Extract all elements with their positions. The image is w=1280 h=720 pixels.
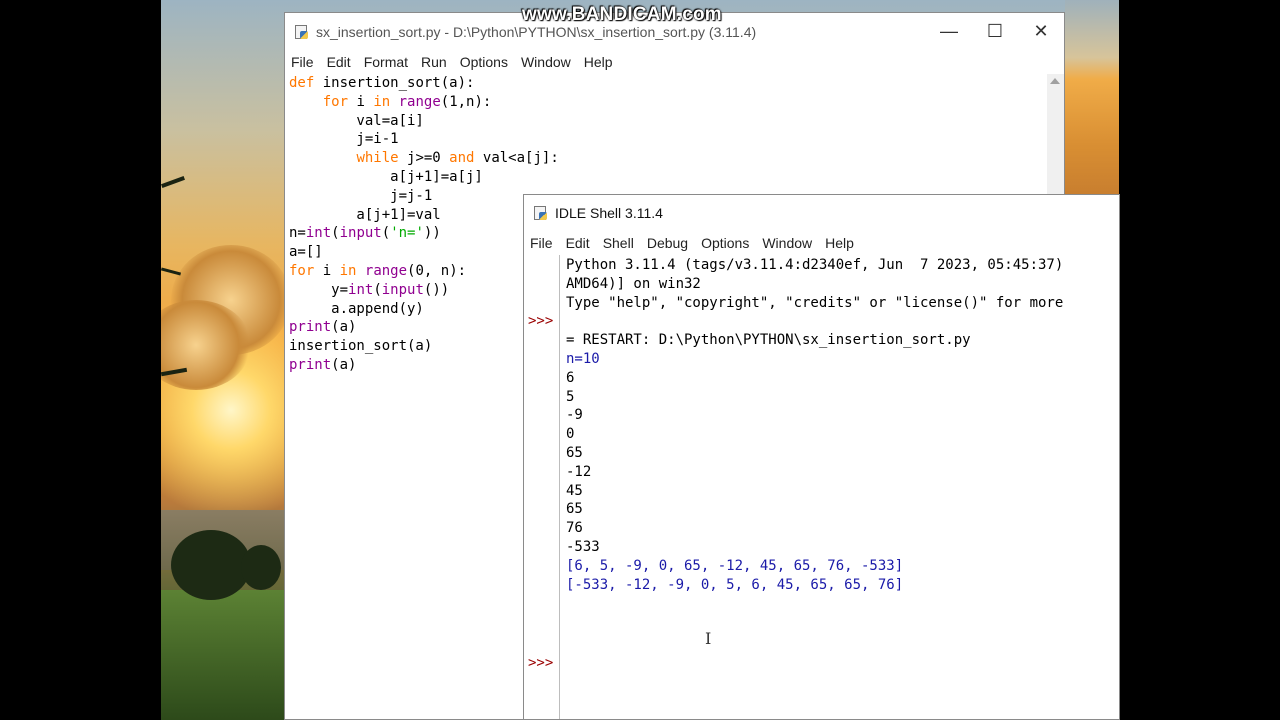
menu-window[interactable]: Window [762,235,812,251]
code-line: def insertion_sort(a): [289,75,475,91]
menu-format[interactable]: Format [364,54,408,70]
menu-file[interactable]: File [530,235,553,251]
code-line: y=int(input()) [289,281,450,298]
menu-help[interactable]: Help [825,235,854,251]
banner-line: Python 3.11.4 (tags/v3.11.4:d2340ef, Jun… [566,257,1064,273]
minimize-button[interactable]: — [926,13,972,50]
code-line: for i in range(1,n): [322,93,492,110]
editor-menubar: File Edit Format Run Options Window Help [285,50,1064,74]
code-line: val=a[i] [289,112,424,129]
shell-menubar: File Edit Shell Debug Options Window Hel… [524,231,1119,255]
input-line: 0 [566,426,575,443]
menu-edit[interactable]: Edit [327,54,351,70]
code-line: for i in range(0, n): [289,262,467,279]
menu-run[interactable]: Run [421,54,447,70]
code-editor[interactable]: def insertion_sort(a): for i in range(1,… [289,74,559,375]
code-line: a[j+1]=a[j] [289,168,483,185]
python-file-icon [533,205,549,221]
input-line: 65 [566,444,583,461]
input-line: 6 [566,369,575,386]
code-line: a.append(y) [289,300,424,317]
menu-shell[interactable]: Shell [603,235,634,251]
input-line: 5 [566,388,575,405]
input-line: -533 [566,538,600,555]
menu-file[interactable]: File [291,54,314,70]
input-line: 45 [566,482,583,499]
output-unsorted: [6, 5, -9, 0, 65, -12, 45, 65, 76, -533] [566,557,904,574]
code-line: insertion_sort(a) [289,338,433,355]
banner-line: AMD64)] on win32 [566,275,701,292]
shell-prompt: >>> [528,655,554,671]
output-sorted: [-533, -12, -9, 0, 5, 6, 45, 65, 65, 76] [566,576,904,593]
code-line: print(a) [289,319,357,336]
shell-output[interactable]: Python 3.11.4 (tags/v3.11.4:d2340ef, Jun… [566,256,1063,594]
grass-field [161,590,291,720]
input-line: -12 [566,463,592,480]
shell-prompt: >>> [528,313,554,329]
code-line: n=int(input('n=')) [289,225,441,242]
code-line: j=i-1 [289,131,399,148]
menu-help[interactable]: Help [584,54,613,70]
menu-edit[interactable]: Edit [566,235,590,251]
code-line: print(a) [289,356,357,373]
code-line: j=j-1 [289,187,433,204]
banner-line: Type "help", "copyright", "credits" or "… [566,294,1064,311]
input-line: n=10 [566,350,600,367]
menu-debug[interactable]: Debug [647,235,688,251]
text-cursor-icon: I [705,629,712,648]
code-line: a[j+1]=val [289,206,441,223]
branch [161,267,182,276]
code-line: while j>=0 and val<a[j]: [356,150,559,167]
bandicam-watermark: www.BANDICAM.com [522,4,722,25]
shell-prompt-sidebar: >>> >>> [524,255,560,719]
branch [161,176,185,188]
tree [241,545,281,590]
restart-line: = RESTART: D:\Python\PYTHON\sx_insertion… [566,332,971,349]
scroll-up-icon[interactable] [1050,78,1060,84]
shell-title: IDLE Shell 3.11.4 [555,205,663,221]
python-file-icon [294,24,310,40]
idle-shell-window[interactable]: IDLE Shell 3.11.4 File Edit Shell Debug … [523,194,1120,720]
editor-scrollbar[interactable] [1047,74,1064,194]
input-line: 76 [566,520,583,537]
tree [171,530,251,600]
menu-options[interactable]: Options [460,54,508,70]
maximize-button[interactable]: ☐ [972,13,1018,50]
close-button[interactable]: ✕ [1018,13,1064,50]
code-line: a=[] [289,244,323,261]
input-line: -9 [566,407,583,424]
menu-options[interactable]: Options [701,235,749,251]
shell-titlebar[interactable]: IDLE Shell 3.11.4 [524,195,1119,231]
menu-window[interactable]: Window [521,54,571,70]
input-line: 65 [566,501,583,518]
